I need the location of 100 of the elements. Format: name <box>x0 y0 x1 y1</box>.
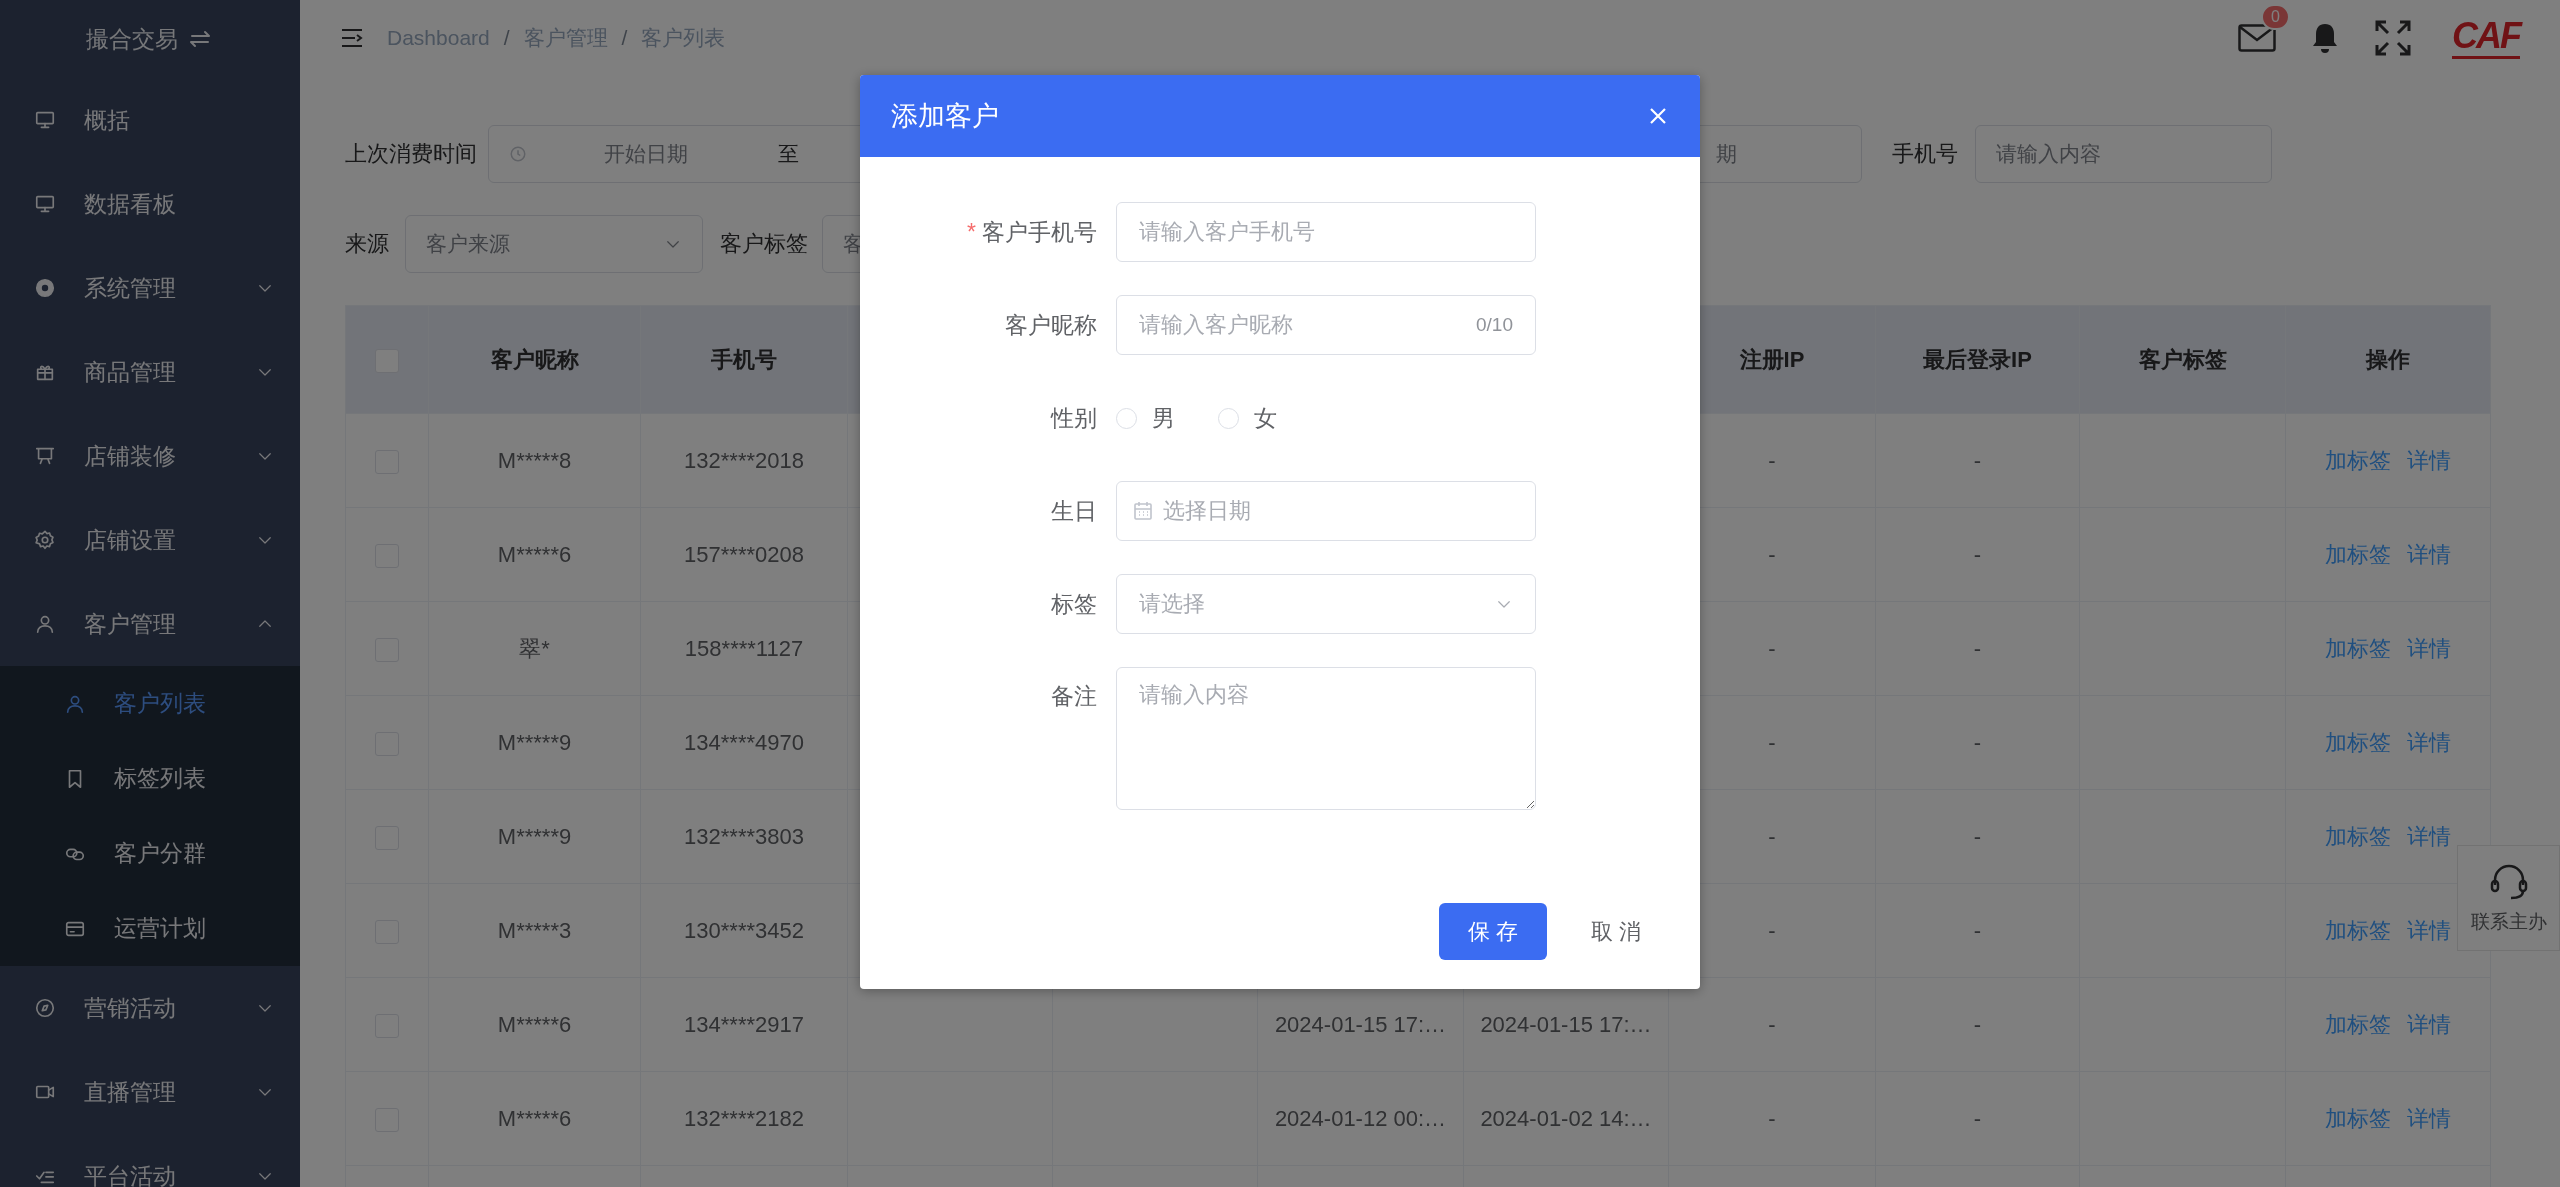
table-cell: M*****3 <box>497 917 572 943</box>
easel-icon <box>34 445 56 467</box>
calendar-icon <box>1133 501 1153 521</box>
unread-badge: 0 <box>2261 3 2290 30</box>
start-date-placeholder: 开始日期 <box>604 141 688 167</box>
table-cell: 132****2018 <box>684 447 804 473</box>
action-link[interactable]: 详情 <box>2407 917 2451 943</box>
action-link[interactable]: 详情 <box>2407 729 2451 755</box>
user-icon <box>34 613 56 635</box>
table-cell: 130****3452 <box>684 917 804 943</box>
sidebar-item[interactable]: 平台活动 <box>0 1134 300 1187</box>
sidebar-item[interactable]: 店铺装修 <box>0 414 300 498</box>
character-counter: 0/10 <box>1476 314 1513 336</box>
sidebar-item[interactable]: 营销活动 <box>0 966 300 1050</box>
logo: CAF <box>2452 16 2520 59</box>
source-select[interactable]: 客户来源 <box>405 215 703 273</box>
tag-select[interactable]: 请选择 <box>1116 574 1536 634</box>
monitor-icon <box>34 193 56 215</box>
field-label: 客户手机号 <box>982 218 1097 245</box>
field-label: 性别 <box>1049 403 1097 433</box>
table-cell: - <box>1973 729 1982 755</box>
action-link[interactable]: 详情 <box>2407 823 2451 849</box>
filter-label: 上次消费时间 <box>345 140 477 168</box>
lifebuoy-icon <box>34 277 56 299</box>
contact-widget[interactable]: 联系主办 <box>2457 845 2560 951</box>
text-field[interactable]: 请输入客户手机号 <box>1116 202 1536 262</box>
table-cell: 翠* <box>519 635 550 661</box>
clock-icon <box>509 145 527 163</box>
sidebar-subitem[interactable]: 标签列表 <box>0 741 300 816</box>
sidebar-subitem[interactable]: 客户分群 <box>0 816 300 891</box>
close-icon[interactable] <box>1648 106 1668 126</box>
sidebar-item[interactable]: 数据看板 <box>0 162 300 246</box>
table-cell: M*****6 <box>497 541 572 567</box>
field-label: 标签 <box>1050 589 1097 619</box>
column-header: 操作 <box>2366 346 2410 372</box>
sidebar-item[interactable]: 店铺设置 <box>0 498 300 582</box>
action-link[interactable]: 详情 <box>2407 635 2451 661</box>
table-cell: 132****3803 <box>684 823 804 849</box>
sidebar-item[interactable]: 客户管理 <box>0 582 300 666</box>
radio-option[interactable]: 女 <box>1218 402 1277 434</box>
range-separator: 至 <box>778 141 799 167</box>
action-link[interactable]: 详情 <box>2407 1011 2451 1037</box>
action-link[interactable]: 加标签 <box>2325 447 2391 473</box>
table-cell: - <box>1973 635 1982 661</box>
compass-icon <box>34 997 56 1019</box>
phone-field[interactable]: 请输入内容 <box>1975 125 2272 183</box>
action-link[interactable]: 加标签 <box>2325 823 2391 849</box>
table-cell: - <box>1973 1011 1982 1037</box>
sidebar-item[interactable]: 概括 <box>0 78 300 162</box>
action-link[interactable]: 加标签 <box>2325 729 2391 755</box>
table-cell: M*****9 <box>497 823 572 849</box>
action-link[interactable]: 加标签 <box>2325 541 2391 567</box>
bell-icon[interactable] <box>2310 21 2340 54</box>
table-cell: 134****2917 <box>684 1011 804 1037</box>
field-label: 备注 <box>1050 682 1097 711</box>
table-cell: 2024-01-12 00:… <box>1274 1105 1447 1131</box>
breadcrumb-separator: / <box>621 25 628 50</box>
field-label: 生日 <box>1050 496 1097 526</box>
menu-icon[interactable] <box>340 26 364 49</box>
table-cell: 157****0208 <box>684 541 804 567</box>
filter-label: 客户标签 <box>720 230 808 258</box>
radio-option[interactable]: 男 <box>1116 402 1175 434</box>
sidebar-subitem[interactable]: 运营计划 <box>0 891 300 966</box>
table-cell: - <box>1973 447 1982 473</box>
table-cell: 2024-01-02 14:… <box>1480 1105 1652 1131</box>
table-cell: - <box>1973 917 1982 943</box>
cancel-button[interactable]: 取 消 <box>1562 903 1670 960</box>
mail-icon[interactable] <box>2238 23 2276 52</box>
action-link[interactable]: 详情 <box>2407 541 2451 567</box>
gear-icon <box>34 529 56 551</box>
table-cell: - <box>1768 729 1776 755</box>
table-cell: - <box>1768 635 1776 661</box>
table-cell: - <box>1768 541 1776 567</box>
remark-field[interactable]: 请输入内容 <box>1116 667 1536 810</box>
table-cell: M*****6 <box>497 1011 572 1037</box>
table-cell: - <box>1768 823 1776 849</box>
fullscreen-icon[interactable] <box>2374 18 2412 57</box>
table-cell: - <box>1973 541 1982 567</box>
text-field[interactable]: 请输入客户昵称 0/10 <box>1116 295 1536 355</box>
sidebar-item[interactable]: 系统管理 <box>0 246 300 330</box>
sidebar-subitem[interactable]: 客户列表 <box>0 666 300 741</box>
table-cell: 2024-01-15 17:… <box>1480 1011 1652 1037</box>
action-link[interactable]: 加标签 <box>2325 635 2391 661</box>
action-link[interactable]: 详情 <box>2407 447 2451 473</box>
table-cell: 2024-01-15 17:… <box>1274 1011 1447 1037</box>
column-header: 客户标签 <box>2138 346 2227 372</box>
table-cell: - <box>1768 1011 1776 1037</box>
required-mark: * <box>967 218 976 245</box>
date-field[interactable]: 选择日期 <box>1116 481 1536 541</box>
action-link[interactable]: 加标签 <box>2325 1105 2391 1131</box>
action-link[interactable]: 详情 <box>2407 1105 2451 1131</box>
column-header: 手机号 <box>711 346 777 372</box>
sidebar-item[interactable]: 商品管理 <box>0 330 300 414</box>
monitor-icon <box>34 109 56 131</box>
action-link[interactable]: 加标签 <box>2325 1011 2391 1037</box>
save-button[interactable]: 保 存 <box>1439 903 1547 960</box>
sidebar-item[interactable]: 直播管理 <box>0 1050 300 1134</box>
action-link[interactable]: 加标签 <box>2325 917 2391 943</box>
table-cell: M*****6 <box>497 1105 572 1131</box>
table-cell: 158****1127 <box>684 635 804 661</box>
